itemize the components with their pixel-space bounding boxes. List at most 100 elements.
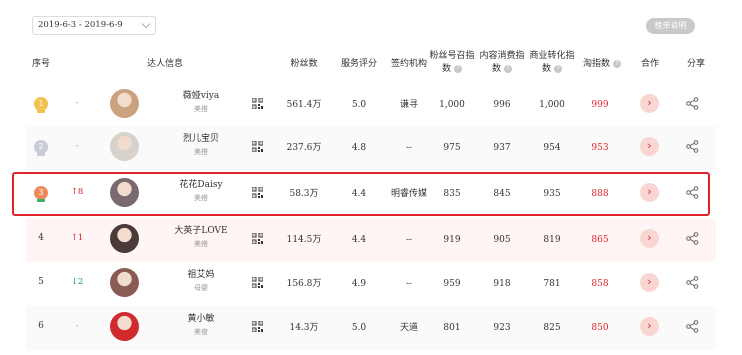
commerce-index: 954 [543, 143, 561, 153]
influencer-info[interactable]: 黄小敏 美食 [156, 312, 246, 338]
col-fans: 粉丝数 [290, 59, 318, 69]
share-icon[interactable] [686, 140, 699, 153]
table-row[interactable]: 6 - 黄小敏 美食 14.3万 5.0 天道 801 923 825 850 › [26, 306, 716, 350]
commerce-index: 1,000 [539, 100, 565, 110]
qr-code-icon[interactable] [251, 320, 264, 333]
col-agency: 签约机构 [390, 59, 427, 69]
date-range-select[interactable]: 2019-6-3 - 2019-6-9 [32, 16, 156, 35]
share-icon[interactable] [686, 320, 699, 333]
commerce-index: 825 [543, 323, 561, 333]
chevron-right-icon: › [647, 139, 652, 152]
service-score: 4.4 [351, 235, 367, 245]
service-score: 5.0 [351, 323, 367, 333]
col-commerce: 商业转化指数 ? [528, 50, 576, 76]
qr-code-icon[interactable] [251, 276, 264, 289]
fans-count: 561.4万 [286, 100, 322, 110]
col-rank: 序号 [31, 59, 50, 69]
avatar[interactable] [110, 312, 139, 341]
fan-call-index: 919 [443, 235, 461, 245]
commerce-index: 781 [543, 279, 561, 289]
influencer-category: 美食 [194, 328, 208, 336]
qr-code-icon[interactable] [251, 97, 264, 110]
chevron-right-icon: › [647, 275, 652, 288]
influencer-info[interactable]: 大英子LOVE 美搭 [156, 224, 246, 250]
fans-count: 14.3万 [289, 323, 319, 333]
taobao-index: 850 [591, 323, 609, 333]
table-row[interactable]: 4 ↑1 大英子LOVE 美搭 114.5万 4.4 -- 919 905 819 865 › [26, 218, 716, 262]
table-row[interactable]: 5 ↓2 祖艾妈 母婴 156.8万 4.9 -- 959 918 781 858 › [26, 262, 716, 306]
cooperate-button[interactable]: › [640, 94, 659, 113]
influencer-name[interactable]: 大英子LOVE [156, 224, 246, 238]
col-cooperate: 合作 [640, 59, 659, 69]
date-range-value: 2019-6-3 - 2019-6-9 [38, 20, 123, 30]
col-commerce-label: 商业转化指数 [529, 51, 575, 74]
table-row[interactable]: 2 - 烈儿宝贝 美搭 237.6万 4.8 -- 975 937 954 953 › [26, 126, 716, 170]
influencer-category: 美搭 [194, 148, 208, 156]
qr-code-icon[interactable] [251, 232, 264, 245]
fan-call-index: 959 [443, 279, 461, 289]
col-fan-call: 粉丝号召指数 ? [428, 50, 476, 76]
influencer-name[interactable]: 烈儿宝贝 [156, 132, 246, 146]
fans-count: 114.5万 [286, 235, 322, 245]
help-icon[interactable]: ? [503, 64, 512, 73]
cooperate-button[interactable]: › [640, 317, 659, 336]
avatar[interactable] [110, 89, 139, 118]
taobao-index: 865 [591, 235, 609, 245]
rank-medal-icon: 2 [34, 140, 48, 156]
table-row[interactable]: 1 - 薇娅viya 美搭 561.4万 5.0 谦寻 1,000 996 1,000 999 › [26, 83, 716, 127]
rank-change: - [75, 141, 79, 151]
taobao-index: 999 [591, 100, 609, 110]
cooperate-button[interactable]: › [640, 137, 659, 156]
col-share: 分享 [686, 59, 705, 69]
col-content: 内容消费指数 ? [478, 50, 526, 76]
avatar[interactable] [110, 268, 139, 297]
rank-number: 5 [38, 277, 44, 287]
agency: -- [405, 279, 413, 289]
share-icon[interactable] [686, 276, 699, 289]
col-taobao-label: 淘指数 [583, 59, 611, 69]
avatar[interactable] [110, 224, 139, 253]
influencer-info[interactable]: 祖艾妈 母婴 [156, 268, 246, 294]
chevron-down-icon [141, 19, 151, 29]
fan-call-index: 1,000 [439, 100, 465, 110]
fan-call-index: 801 [443, 323, 461, 333]
rank-change: - [75, 321, 79, 331]
influencer-name[interactable]: 黄小敏 [156, 312, 246, 326]
col-influencer: 达人信息 [146, 59, 183, 69]
chevron-right-icon: › [647, 231, 652, 244]
share-icon[interactable] [686, 97, 699, 110]
ranking-explanation-button[interactable]: 榜单说明 [646, 18, 695, 34]
rank-change: ↓2 [70, 277, 84, 287]
help-icon[interactable]: ? [453, 64, 462, 73]
commerce-index: 819 [543, 235, 561, 245]
help-icon[interactable]: ? [612, 59, 621, 68]
influencer-name[interactable]: 薇娅viya [156, 89, 246, 103]
rank-number: 4 [38, 233, 44, 243]
influencer-category: 母婴 [194, 284, 208, 292]
content-index: 923 [493, 323, 511, 333]
agency: 谦寻 [399, 100, 418, 110]
share-icon[interactable] [686, 232, 699, 245]
avatar[interactable] [110, 132, 139, 161]
rank-medal-icon: 1 [34, 97, 48, 113]
col-content-label: 内容消费指数 [479, 51, 525, 74]
influencer-info[interactable]: 烈儿宝贝 美搭 [156, 132, 246, 158]
influencer-info[interactable]: 薇娅viya 美搭 [156, 89, 246, 115]
highlight-box [12, 172, 710, 216]
chevron-right-icon: › [647, 319, 652, 332]
agency: -- [405, 235, 413, 245]
col-fan-call-label: 粉丝号召指数 [429, 51, 475, 74]
agency: -- [405, 143, 413, 153]
service-score: 4.8 [351, 143, 367, 153]
influencer-name[interactable]: 祖艾妈 [156, 268, 246, 282]
table-header: 序号 达人信息 粉丝数 服务评分 签约机构 粉丝号召指数 ? 内容消费指数 ? … [0, 47, 742, 83]
col-taobao: 淘指数 ? [580, 58, 624, 71]
cooperate-button[interactable]: › [640, 273, 659, 292]
taobao-index: 858 [591, 279, 609, 289]
cooperate-button[interactable]: › [640, 229, 659, 248]
agency: 天道 [399, 323, 418, 333]
qr-code-icon[interactable] [251, 140, 264, 153]
influencer-category: 美搭 [194, 240, 208, 248]
help-icon[interactable]: ? [553, 64, 562, 73]
rank-change: ↑1 [70, 233, 84, 243]
